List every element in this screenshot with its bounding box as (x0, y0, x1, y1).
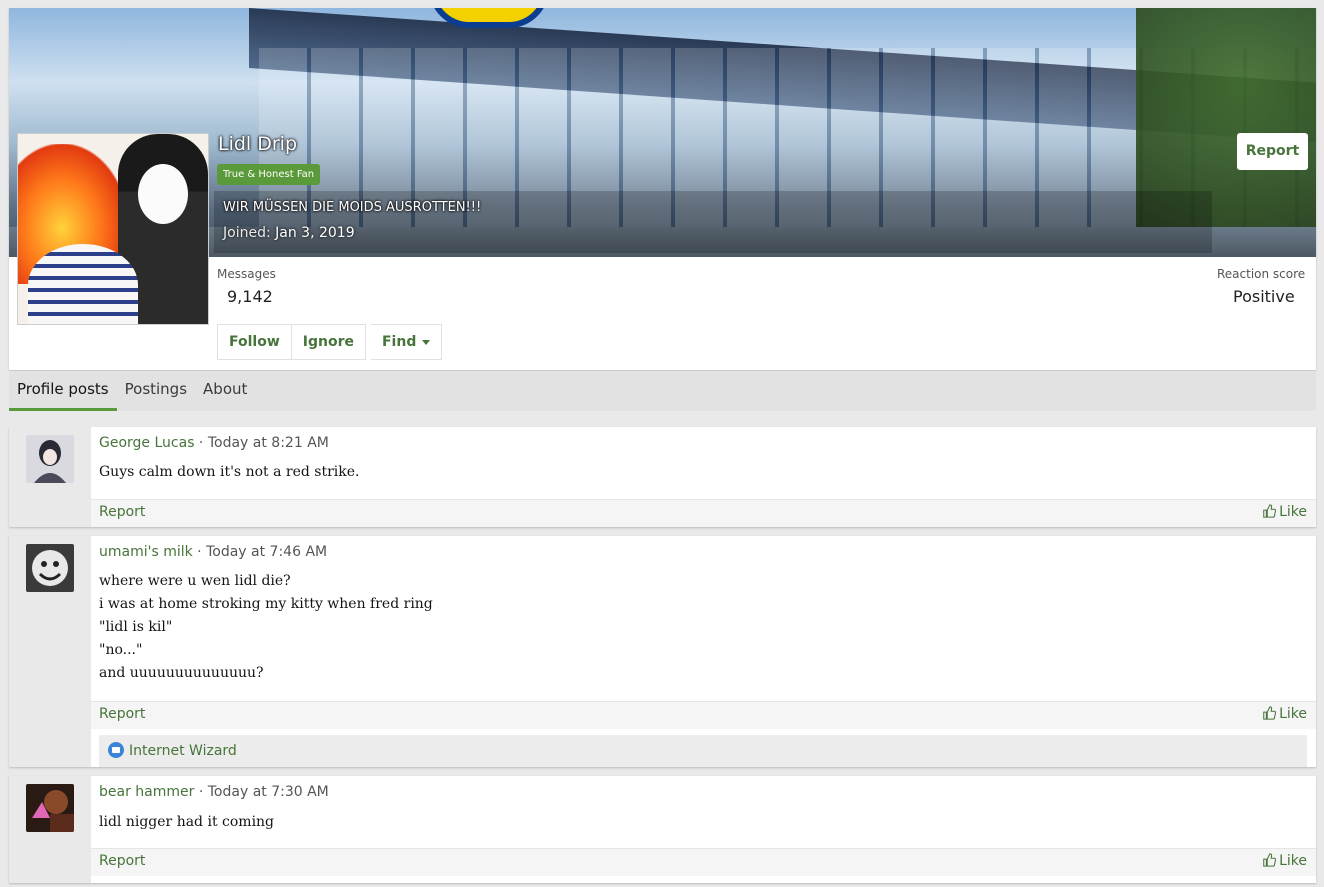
reaction-score-value: Positive (1233, 287, 1295, 306)
profile-tabs: Profile posts Postings About (9, 371, 1316, 411)
like-reaction-icon (108, 742, 124, 758)
joined-date: Jan 3, 2019 (275, 225, 355, 241)
profile-post: George Lucas · Today at 8:21 AM Guys cal… (9, 427, 1316, 527)
post-line: i was at home stroking my kitty when fre… (99, 596, 433, 612)
joined-info: Joined: Jan 3, 2019 (223, 225, 355, 241)
post-timestamp[interactable]: Today at 7:30 AM (208, 784, 329, 800)
post-line: "no..." (99, 642, 143, 658)
tab-postings[interactable]: Postings (117, 371, 195, 411)
avatar-image (26, 784, 74, 832)
custom-title: WIR MÜSSEN DIE MOIDS AUSROTTEN!!! (223, 200, 482, 215)
post-line: where were u wen lidl die? (99, 573, 291, 589)
post-actions: Report Like (91, 499, 1316, 527)
post-timestamp[interactable]: Today at 7:46 AM (206, 544, 327, 560)
avatar-image (26, 544, 74, 592)
post-line: "lidl is kil" (99, 619, 173, 635)
thumbs-up-icon (1263, 853, 1277, 867)
post-line: and uuuuuuuuuuuuuu? (99, 665, 264, 681)
profile-post: bear hammer · Today at 7:30 AM lidl nigg… (9, 776, 1316, 883)
post-username[interactable]: George Lucas (99, 435, 194, 451)
reaction-score-label: Reaction score (1217, 267, 1306, 281)
profile-avatar[interactable] (17, 133, 209, 325)
follow-button[interactable]: Follow (217, 324, 292, 360)
post-meta: bear hammer · Today at 7:30 AM (99, 784, 329, 800)
post-username[interactable]: bear hammer (99, 784, 194, 800)
post-body: lidl nigger had it coming (99, 811, 274, 834)
post-actions: Report Like (91, 848, 1316, 876)
ignore-button[interactable]: Ignore (291, 324, 366, 360)
report-post-link[interactable]: Report (99, 853, 145, 869)
post-meta: George Lucas · Today at 8:21 AM (99, 435, 329, 451)
profile-username: Lidl Drip (218, 133, 298, 155)
messages-label: Messages (217, 267, 276, 281)
post-body: Guys calm down it's not a red strike. (99, 461, 359, 484)
report-profile-button[interactable]: Report (1237, 133, 1308, 170)
report-post-link[interactable]: Report (99, 504, 145, 520)
avatar[interactable] (26, 784, 74, 832)
post-line: lidl nigger had it coming (99, 814, 275, 830)
user-title-badge: True & Honest Fan (217, 164, 321, 185)
joined-label: Joined: (223, 225, 271, 241)
messages-count[interactable]: 9,142 (227, 287, 273, 306)
like-label: Like (1279, 706, 1307, 722)
post-timestamp[interactable]: Today at 8:21 AM (208, 435, 329, 451)
thumbs-up-icon (1263, 706, 1277, 720)
post-line: Guys calm down it's not a red strike. (99, 464, 360, 480)
thumbs-up-icon (1263, 504, 1277, 518)
profile-action-buttons: Follow Ignore Find (217, 324, 443, 360)
post-meta: umami's milk · Today at 7:46 AM (99, 544, 328, 560)
avatar-image (26, 435, 74, 483)
find-menu-button[interactable]: Find (370, 324, 443, 360)
like-button[interactable]: Like (1262, 853, 1307, 869)
like-label: Like (1279, 504, 1307, 520)
reaction-user[interactable]: Internet Wizard (129, 743, 237, 759)
like-button[interactable]: Like (1262, 504, 1307, 520)
profile-post: umami's milk · Today at 7:46 AM where we… (9, 536, 1316, 767)
chevron-down-icon (422, 339, 431, 345)
tab-profile-posts[interactable]: Profile posts (9, 371, 117, 411)
tab-about[interactable]: About (195, 371, 255, 411)
post-body: where were u wen lidl die? i was at home… (99, 570, 433, 685)
find-label: Find (381, 334, 417, 350)
report-post-link[interactable]: Report (99, 706, 145, 722)
avatar[interactable] (26, 435, 74, 483)
post-username[interactable]: umami's milk (99, 544, 193, 560)
like-button[interactable]: Like (1262, 706, 1307, 722)
post-actions: Report Like (91, 701, 1316, 729)
avatar[interactable] (26, 544, 74, 592)
like-label: Like (1279, 853, 1307, 869)
reactions-bar[interactable]: Internet Wizard (99, 735, 1307, 767)
